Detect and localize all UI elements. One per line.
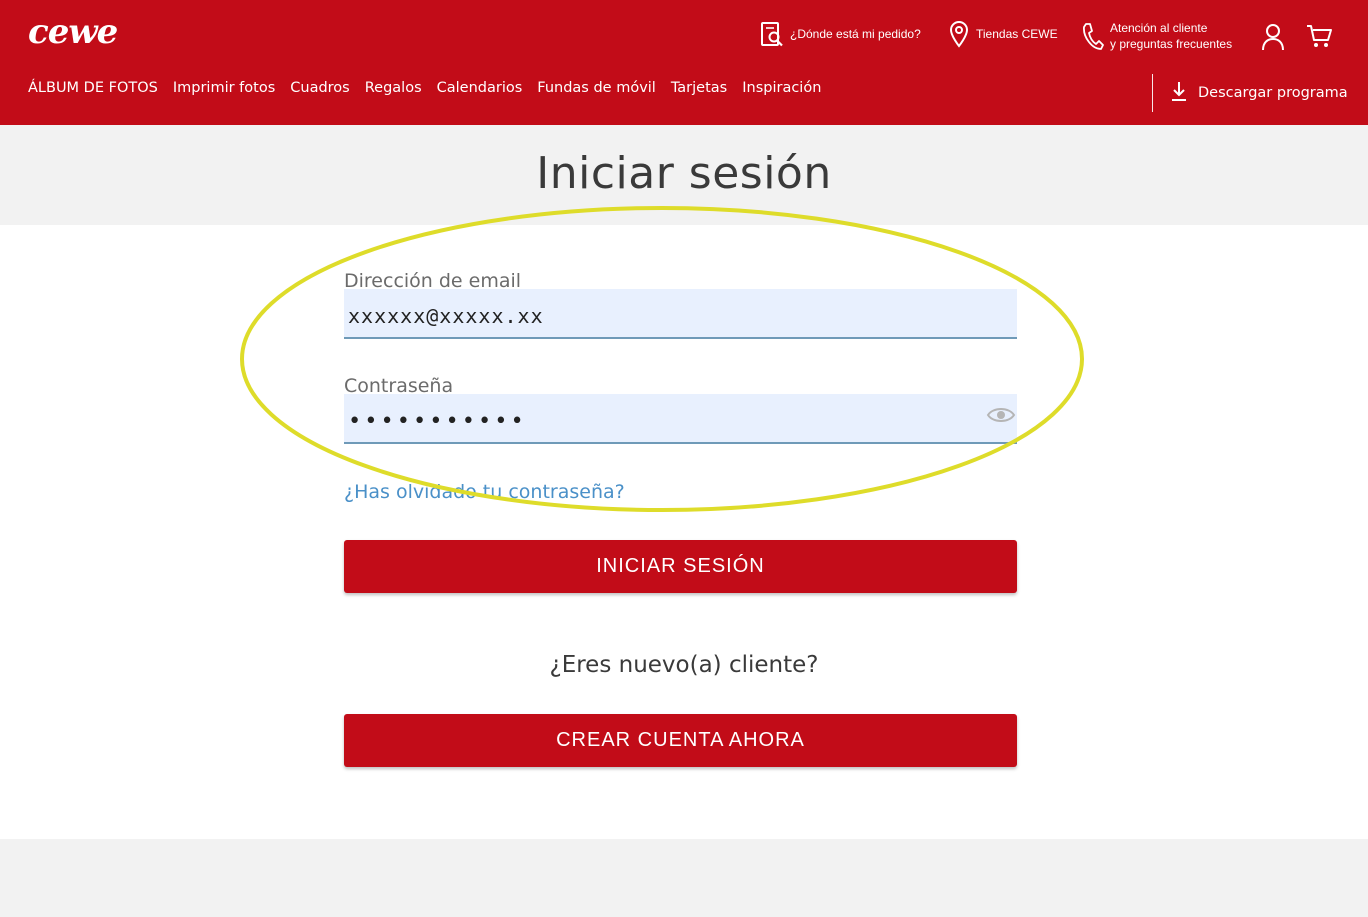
email-field[interactable] (344, 289, 1017, 339)
order-status-link[interactable]: ¿Dónde está mi pedido? (760, 20, 921, 48)
footer-band (0, 839, 1368, 917)
support-label-line1: Atención al cliente (1110, 21, 1208, 35)
nav-item-gifts[interactable]: Regalos (365, 80, 422, 96)
password-field[interactable] (344, 394, 1017, 444)
order-search-icon (760, 20, 784, 48)
stores-link[interactable]: Tiendas CEWE (948, 20, 1058, 48)
download-icon (1170, 80, 1188, 106)
new-customer-prompt: ¿Eres nuevo(a) cliente? (549, 652, 819, 678)
location-pin-icon (948, 20, 970, 48)
support-link[interactable]: Atención al cliente y preguntas frecuent… (1080, 20, 1232, 52)
download-program-link[interactable]: Descargar programa (1170, 80, 1348, 106)
eye-icon[interactable] (986, 404, 1016, 430)
nav-item-calendars[interactable]: Calendarios (437, 80, 523, 96)
cart-icon[interactable] (1305, 22, 1333, 54)
support-label-line2: y preguntas frecuentes (1110, 37, 1233, 51)
login-button[interactable]: INICIAR SESIÓN (344, 540, 1017, 593)
download-label: Descargar programa (1198, 85, 1348, 101)
stores-label: Tiendas CEWE (976, 27, 1058, 41)
order-status-label: ¿Dónde está mi pedido? (790, 27, 921, 41)
forgot-password-link[interactable]: ¿Has olvidado tu contraseña? (344, 481, 625, 503)
nav-item-print-photos[interactable]: Imprimir fotos (173, 80, 275, 96)
nav-item-cards[interactable]: Tarjetas (671, 80, 727, 96)
nav-item-album[interactable]: ÁLBUM DE FOTOS (28, 80, 158, 96)
main-nav: ÁLBUM DE FOTOS Imprimir fotos Cuadros Re… (28, 80, 821, 96)
nav-item-frames[interactable]: Cuadros (290, 80, 349, 96)
page-title: Iniciar sesión (536, 148, 832, 199)
nav-divider (1152, 74, 1153, 112)
cewe-logo[interactable]: cewe (28, 12, 118, 52)
nav-item-inspiration[interactable]: Inspiración (742, 80, 821, 96)
site-header: cewe ¿Dónde está mi pedido? Tiendas CEWE… (0, 0, 1368, 125)
user-icon[interactable] (1261, 22, 1285, 56)
phone-icon (1080, 21, 1104, 51)
create-account-button[interactable]: CREAR CUENTA AHORA (344, 714, 1017, 767)
nav-item-phone-cases[interactable]: Fundas de móvil (537, 80, 656, 96)
